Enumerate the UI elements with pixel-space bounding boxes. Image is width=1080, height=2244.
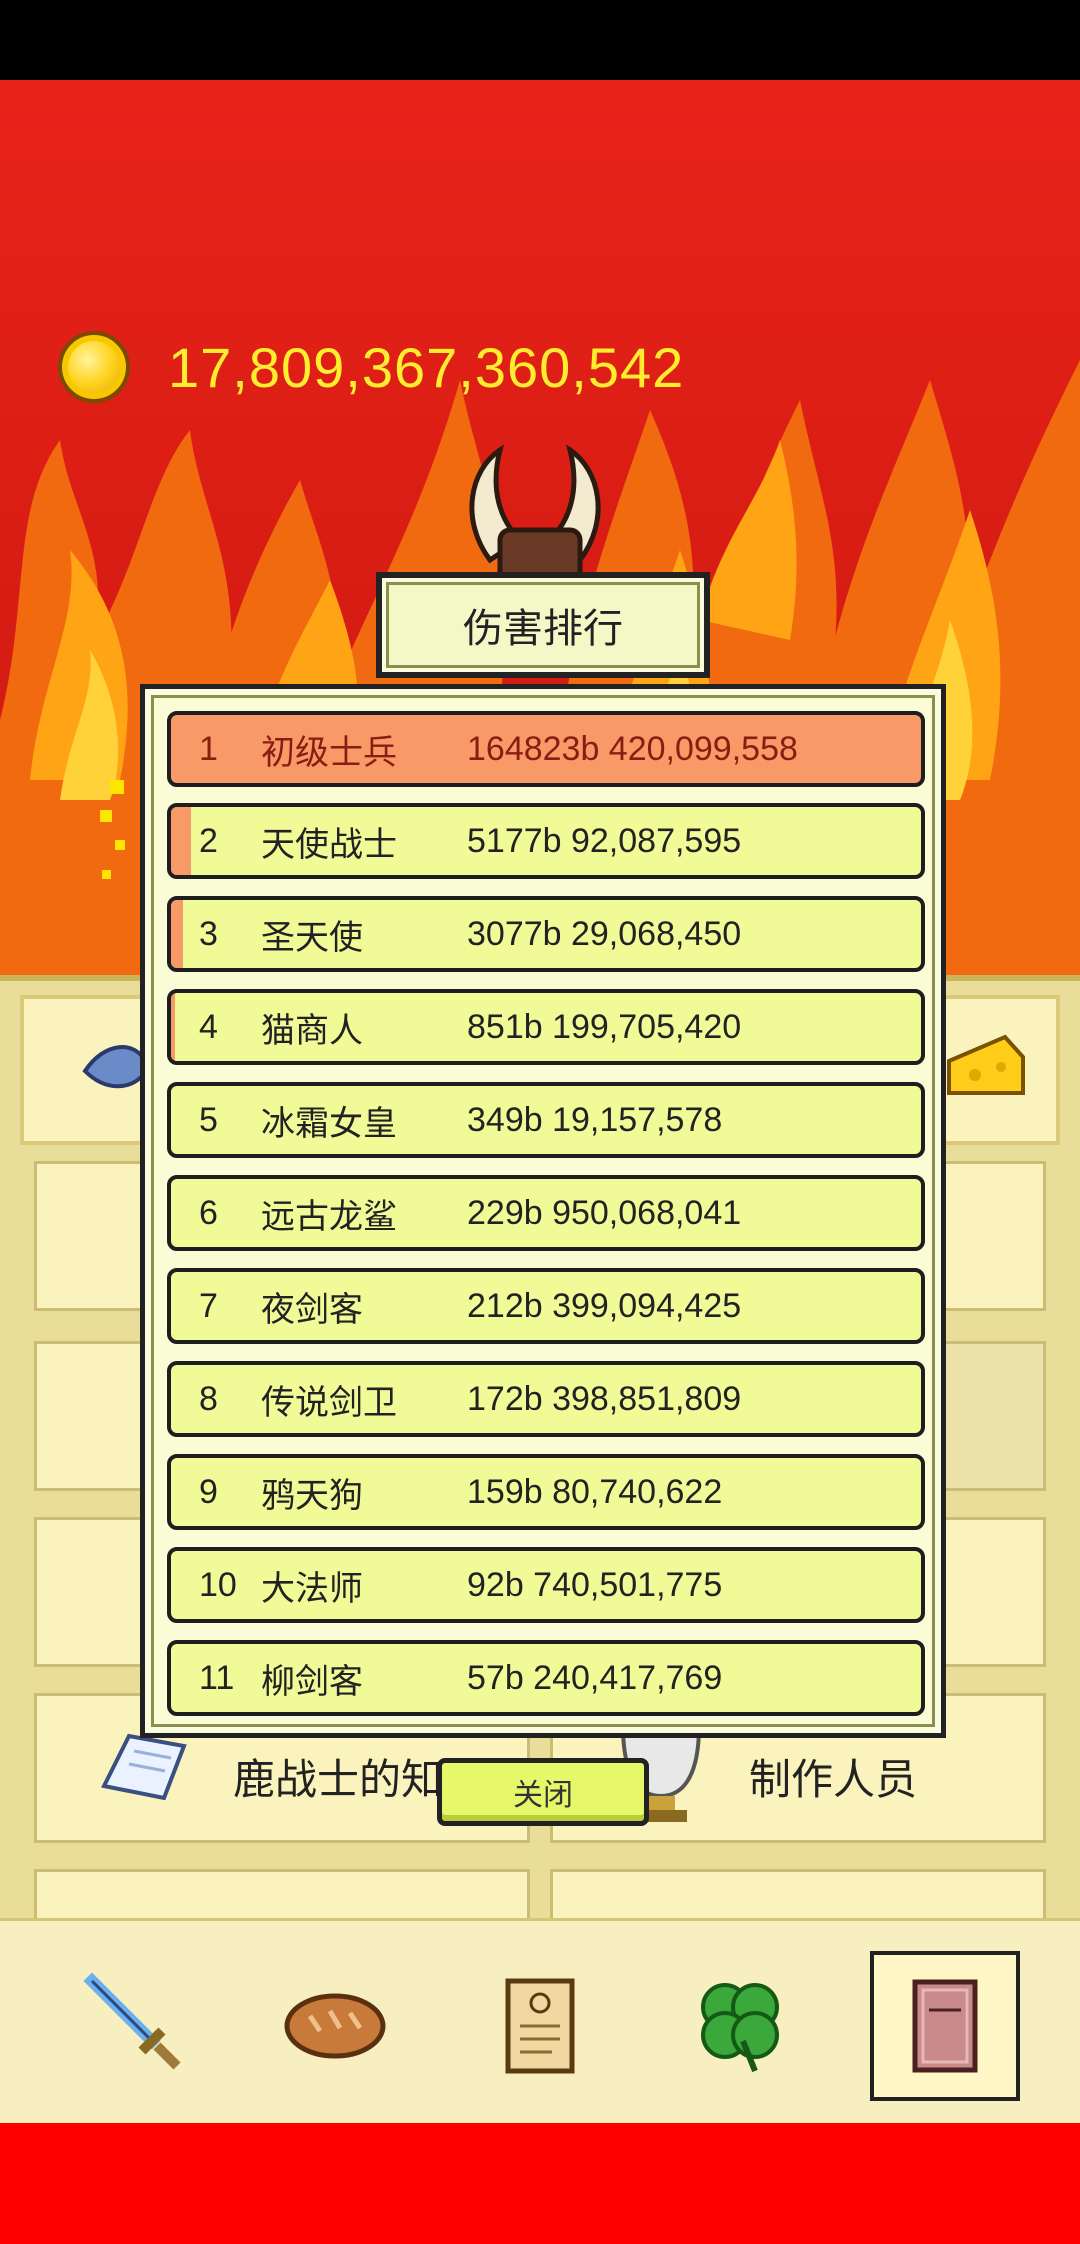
- gold-counter: 17,809,367,360,542: [58, 330, 684, 404]
- book-icon: [912, 1979, 978, 2073]
- close-button[interactable]: 关闭: [437, 1758, 649, 1826]
- rank-number: 11: [199, 1658, 235, 1697]
- bottom-border: [0, 2123, 1080, 2244]
- rank-number: 5: [199, 1100, 218, 1139]
- hero-name: 初级士兵: [261, 732, 397, 773]
- hero-damage: 349b 19,157,578: [467, 1100, 723, 1139]
- credits-label: 制作人员: [749, 1755, 918, 1804]
- rank-number: 4: [199, 1007, 218, 1046]
- menu-card[interactable]: [930, 1517, 1046, 1667]
- ranking-row[interactable]: 2 天使战士 5177b 92,087,595: [167, 803, 925, 879]
- ranking-row[interactable]: 7 夜剑客 212b 399,094,425: [167, 1268, 925, 1344]
- ranking-row[interactable]: 3 圣天使 3077b 29,068,450: [167, 896, 925, 972]
- hero-name: 鸦天狗: [261, 1475, 363, 1516]
- damage-ranking-dialog: 1 初级士兵 164823b 420,099,558 2 天使战士 5177b …: [140, 684, 946, 1738]
- rank-number: 10: [199, 1565, 237, 1604]
- hero-damage: 5177b 92,087,595: [467, 821, 742, 860]
- ranking-row[interactable]: 10 大法师 92b 740,501,775: [167, 1547, 925, 1623]
- bottom-nav: [0, 1918, 1080, 2123]
- ranking-row[interactable]: 4 猫商人 851b 199,705,420: [167, 989, 925, 1065]
- dialog-title: 伤害排行: [463, 606, 623, 652]
- hero-damage: 92b 740,501,775: [467, 1565, 723, 1604]
- nav-luck-button[interactable]: [665, 1951, 815, 2101]
- menu-card[interactable]: [930, 1161, 1046, 1311]
- rank-number: 3: [199, 914, 218, 953]
- hero-damage: 159b 80,740,622: [467, 1472, 723, 1511]
- ranking-row[interactable]: 6 远古龙鲨 229b 950,068,041: [167, 1175, 925, 1251]
- hero-name: 柳剑客: [261, 1661, 363, 1702]
- sword-icon: [83, 1972, 181, 2070]
- ranking-row[interactable]: 5 冰霜女皇 349b 19,157,578: [167, 1082, 925, 1158]
- ranking-row[interactable]: 1 初级士兵 164823b 420,099,558: [167, 711, 925, 787]
- scroll-icon: [505, 1978, 575, 2074]
- rank-number: 2: [199, 821, 218, 860]
- hero-damage: 3077b 29,068,450: [467, 914, 742, 953]
- hero-damage: 57b 240,417,769: [467, 1658, 723, 1697]
- hero-damage: 851b 199,705,420: [467, 1007, 742, 1046]
- gold-coin-icon: [58, 331, 130, 403]
- dialog-title-plate: 伤害排行: [376, 572, 710, 678]
- ranking-row[interactable]: 11 柳剑客 57b 240,417,769: [167, 1640, 925, 1716]
- hero-name: 猫商人: [261, 1010, 363, 1051]
- clover-icon: [701, 1983, 779, 2073]
- rank-number: 6: [199, 1193, 218, 1232]
- hero-damage: 172b 398,851,809: [467, 1379, 742, 1418]
- hero-name: 远古龙鲨: [261, 1196, 397, 1237]
- ranking-row[interactable]: 8 传说剑卫 172b 398,851,809: [167, 1361, 925, 1437]
- status-bar: [0, 0, 1080, 80]
- hero-damage: 164823b 420,099,558: [467, 729, 798, 768]
- close-button-label: 关闭: [513, 1778, 573, 1813]
- rank-number: 9: [199, 1472, 218, 1511]
- bread-icon: [284, 1993, 386, 2059]
- hero-name: 传说剑卫: [261, 1382, 397, 1423]
- hero-name: 天使战士: [261, 824, 397, 865]
- gold-amount: 17,809,367,360,542: [168, 335, 685, 399]
- nav-quest-button[interactable]: [465, 1951, 615, 2101]
- hero-name: 夜剑客: [261, 1289, 363, 1330]
- hero-name: 冰霜女皇: [261, 1103, 397, 1144]
- ranking-row[interactable]: 9 鸦天狗 159b 80,740,622: [167, 1454, 925, 1530]
- rank-number: 8: [199, 1379, 218, 1418]
- nav-book-button[interactable]: [870, 1951, 1020, 2101]
- hero-name: 大法师: [261, 1568, 363, 1609]
- rank-number: 7: [199, 1286, 218, 1325]
- nav-food-button[interactable]: [260, 1951, 410, 2101]
- nav-sword-button[interactable]: [62, 1951, 212, 2101]
- menu-card[interactable]: [930, 1341, 1046, 1491]
- hero-damage: 229b 950,068,041: [467, 1193, 742, 1232]
- hero-damage: 212b 399,094,425: [467, 1286, 742, 1325]
- hero-name: 圣天使: [261, 917, 363, 958]
- open-book-icon: [101, 1733, 187, 1801]
- rank-number: 1: [199, 729, 218, 768]
- cheese-icon: [947, 1034, 1025, 1095]
